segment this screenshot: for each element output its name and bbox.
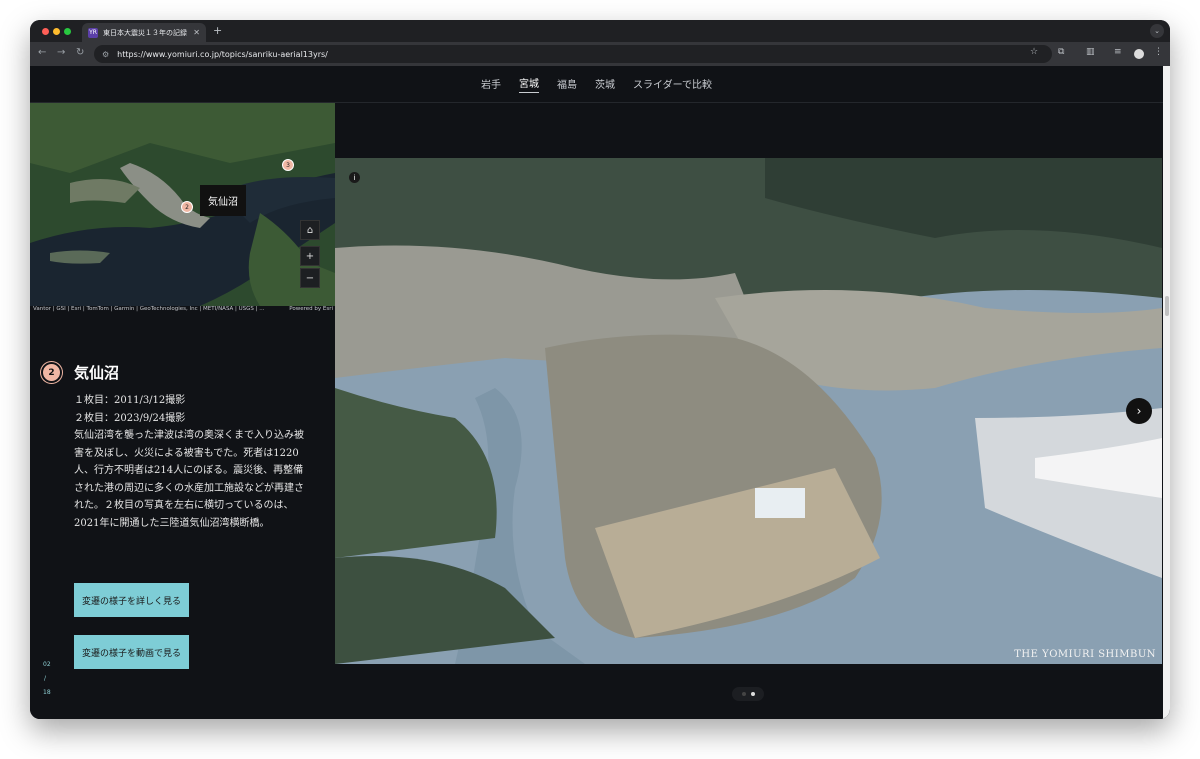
- description-text: 気仙沼湾を襲った津波は湾の奥深くまで入り込み被害を及ぼし、火災による被害もでた。…: [74, 430, 304, 529]
- new-tab-icon[interactable]: +: [213, 24, 222, 37]
- location-title: 気仙沼: [74, 364, 120, 382]
- browser-window: YR 東日本大震災１３年の記録 - 読 ✕ + ⌄ ← → ↻ ⚙ https:…: [30, 20, 1170, 719]
- back-icon[interactable]: ←: [38, 47, 46, 58]
- close-window-button[interactable]: [42, 28, 49, 35]
- location-number-badge: 2: [41, 362, 62, 383]
- nav-ibaraki[interactable]: 茨城: [595, 76, 615, 93]
- attribution-text: Vantor | GSI | Esri | TomTom | Garmin | …: [33, 306, 265, 312]
- map-pin-2[interactable]: 2: [181, 201, 193, 213]
- address-bar[interactable]: ⚙ https://www.yomiuri.co.jp/topics/sanri…: [94, 45, 1052, 63]
- photo-credit: THE YOMIURI SHIMBUN: [1014, 649, 1156, 660]
- nav-miyagi[interactable]: 宮城: [519, 75, 539, 93]
- pager-dot-1[interactable]: [741, 692, 746, 696]
- photo-date-2: ２枚目：2023/9/24撮影: [74, 412, 186, 424]
- pager-dot-2[interactable]: [750, 692, 755, 696]
- browser-tab[interactable]: YR 東日本大震災１３年の記録 - 読 ✕: [82, 23, 206, 42]
- media-control-icon[interactable]: ≡: [1114, 47, 1122, 57]
- photo-pager: [732, 687, 764, 701]
- minimize-window-button[interactable]: [53, 28, 60, 35]
- nav-slider-compare[interactable]: スライダーで比較: [633, 76, 712, 93]
- map-home-button[interactable]: ⌂: [300, 220, 320, 240]
- profile-avatar[interactable]: [1134, 49, 1144, 59]
- photo-info-icon[interactable]: i: [349, 172, 360, 183]
- bookmark-star-icon[interactable]: ☆: [1030, 47, 1038, 57]
- reading-list-icon[interactable]: ▥: [1086, 47, 1095, 57]
- nav-fukushima[interactable]: 福島: [557, 76, 577, 93]
- view-detail-button[interactable]: 変遷の様子を詳しく見る: [74, 583, 189, 617]
- view-video-button[interactable]: 変遷の様子を動画で見る: [74, 635, 189, 669]
- slide-counter-total: 18: [43, 689, 51, 696]
- region-nav: 岩手 宮城 福島 茨城 スライダーで比較: [30, 66, 1163, 103]
- site-info-icon[interactable]: ⚙: [102, 50, 109, 59]
- tab-close-icon[interactable]: ✕: [193, 28, 200, 37]
- aerial-photo[interactable]: i THE YOMIURI SHIMBUN: [335, 158, 1162, 664]
- browser-menu-icon[interactable]: ⋮: [1154, 47, 1163, 57]
- page-content: 岩手 宮城 福島 茨城 スライダーで比較 3 2 気仙沼 ⌂ + − Vanto…: [30, 66, 1170, 719]
- photo-date-1: １枚目：2011/3/12撮影: [74, 395, 186, 406]
- scrollbar-thumb[interactable]: [1165, 296, 1169, 316]
- slide-counter-separator: /: [44, 675, 47, 682]
- reload-icon[interactable]: ↻: [76, 47, 84, 58]
- nav-iwate[interactable]: 岩手: [481, 76, 501, 93]
- browser-toolbar: ← → ↻ ⚙ https://www.yomiuri.co.jp/topics…: [30, 42, 1170, 66]
- extensions-icon[interactable]: ⧉: [1058, 47, 1064, 57]
- map-attribution: Vantor | GSI | Esri | TomTom | Garmin | …: [30, 306, 335, 316]
- powered-by-link[interactable]: Powered by Esri: [286, 306, 333, 312]
- map-zoom-in-button[interactable]: +: [300, 246, 320, 266]
- location-map[interactable]: 3 2 気仙沼 ⌂ + −: [30, 103, 335, 306]
- next-slide-button[interactable]: ›: [1126, 398, 1152, 424]
- forward-icon[interactable]: →: [57, 47, 65, 58]
- slide-counter-current: 02: [43, 661, 51, 668]
- tab-title: 東日本大震災１３年の記録 - 読: [103, 28, 188, 37]
- maximize-window-button[interactable]: [64, 28, 71, 35]
- map-zoom-out-button[interactable]: −: [300, 268, 320, 288]
- map-pin-3[interactable]: 3: [282, 159, 294, 171]
- aerial-photo-image: [335, 158, 1162, 664]
- page-scrollbar[interactable]: [1163, 66, 1170, 719]
- map-place-label: 気仙沼: [200, 185, 246, 216]
- url-text: https://www.yomiuri.co.jp/topics/sanriku…: [117, 49, 328, 59]
- location-description: １枚目：2011/3/12撮影 ２枚目：2023/9/24撮影 気仙沼湾を襲った…: [74, 392, 309, 532]
- site-favicon-icon: YR: [88, 27, 98, 38]
- tab-bar: YR 東日本大震災１３年の記録 - 読 ✕ + ⌄: [30, 20, 1170, 42]
- tab-search-icon[interactable]: ⌄: [1150, 24, 1164, 38]
